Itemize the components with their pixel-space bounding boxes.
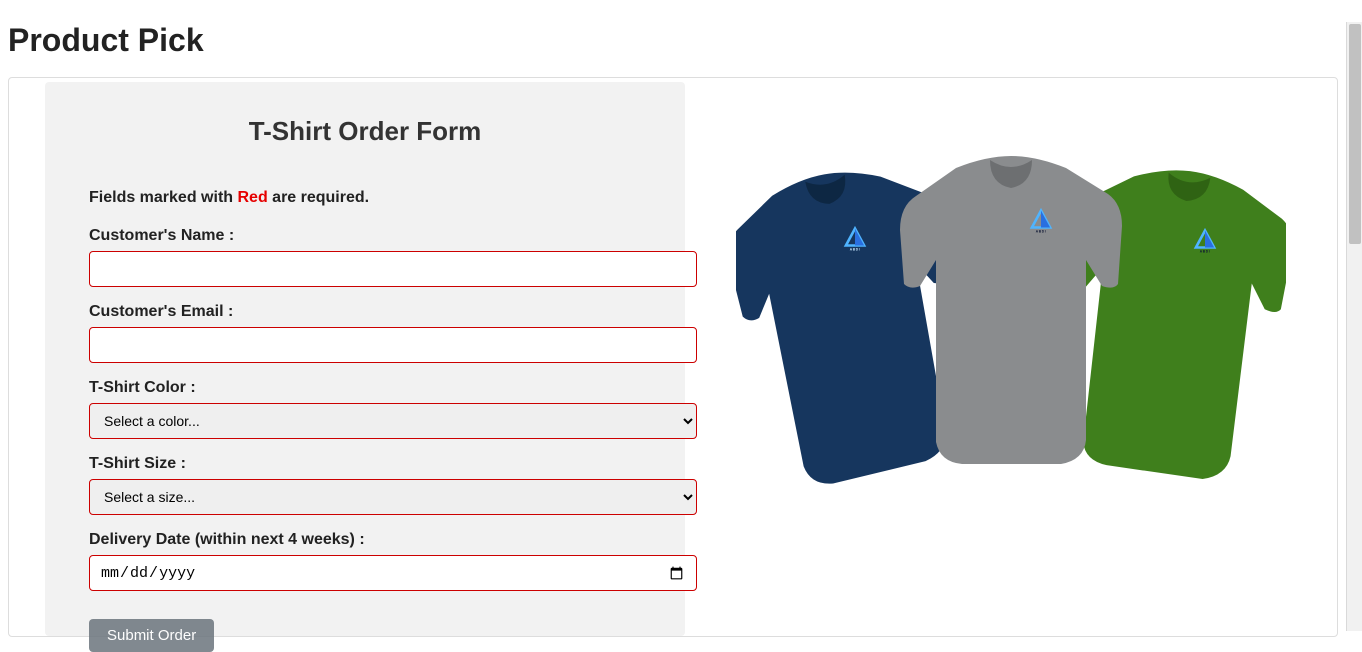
- product-image-panel: ABDI ABDI: [685, 78, 1337, 636]
- svg-text:ABDI: ABDI: [1200, 250, 1211, 254]
- email-input[interactable]: [89, 327, 697, 363]
- name-input[interactable]: [89, 251, 697, 287]
- logo-icon-gray: ABDI: [1028, 208, 1054, 234]
- tshirt-illustration: ABDI ABDI: [736, 178, 1286, 508]
- svg-text:ABDI: ABDI: [1036, 230, 1047, 234]
- field-color: T-Shirt Color : Select a color...: [89, 379, 641, 439]
- required-note-prefix: Fields marked with: [89, 189, 237, 206]
- vertical-scrollbar[interactable]: ▲: [1346, 22, 1362, 631]
- submit-button[interactable]: Submit Order: [89, 619, 214, 652]
- tshirt-gray: ABDI: [896, 154, 1126, 474]
- order-form-panel: T-Shirt Order Form Fields marked with Re…: [45, 82, 685, 636]
- logo-icon-navy: ABDI: [842, 226, 868, 252]
- page-title: Product Pick: [8, 22, 1362, 59]
- field-size: T-Shirt Size : Select a size...: [89, 455, 641, 515]
- date-label: Delivery Date (within next 4 weeks) :: [89, 531, 641, 549]
- field-email: Customer's Email :: [89, 303, 641, 363]
- form-title: T-Shirt Order Form: [89, 116, 641, 147]
- required-note-suffix: are required.: [268, 189, 369, 206]
- name-label: Customer's Name :: [89, 227, 641, 245]
- color-label: T-Shirt Color :: [89, 379, 641, 397]
- size-select[interactable]: Select a size...: [89, 479, 697, 515]
- required-word: Red: [237, 189, 267, 206]
- field-date: Delivery Date (within next 4 weeks) :: [89, 531, 641, 591]
- scrollbar-thumb[interactable]: [1349, 24, 1361, 244]
- date-input[interactable]: [89, 555, 697, 591]
- required-note: Fields marked with Red are required.: [89, 189, 641, 207]
- size-label: T-Shirt Size :: [89, 455, 641, 473]
- field-name: Customer's Name :: [89, 227, 641, 287]
- logo-icon-green: ABDI: [1192, 228, 1218, 254]
- email-label: Customer's Email :: [89, 303, 641, 321]
- color-select[interactable]: Select a color...: [89, 403, 697, 439]
- svg-text:ABDI: ABDI: [850, 248, 861, 252]
- main-container: T-Shirt Order Form Fields marked with Re…: [8, 77, 1338, 637]
